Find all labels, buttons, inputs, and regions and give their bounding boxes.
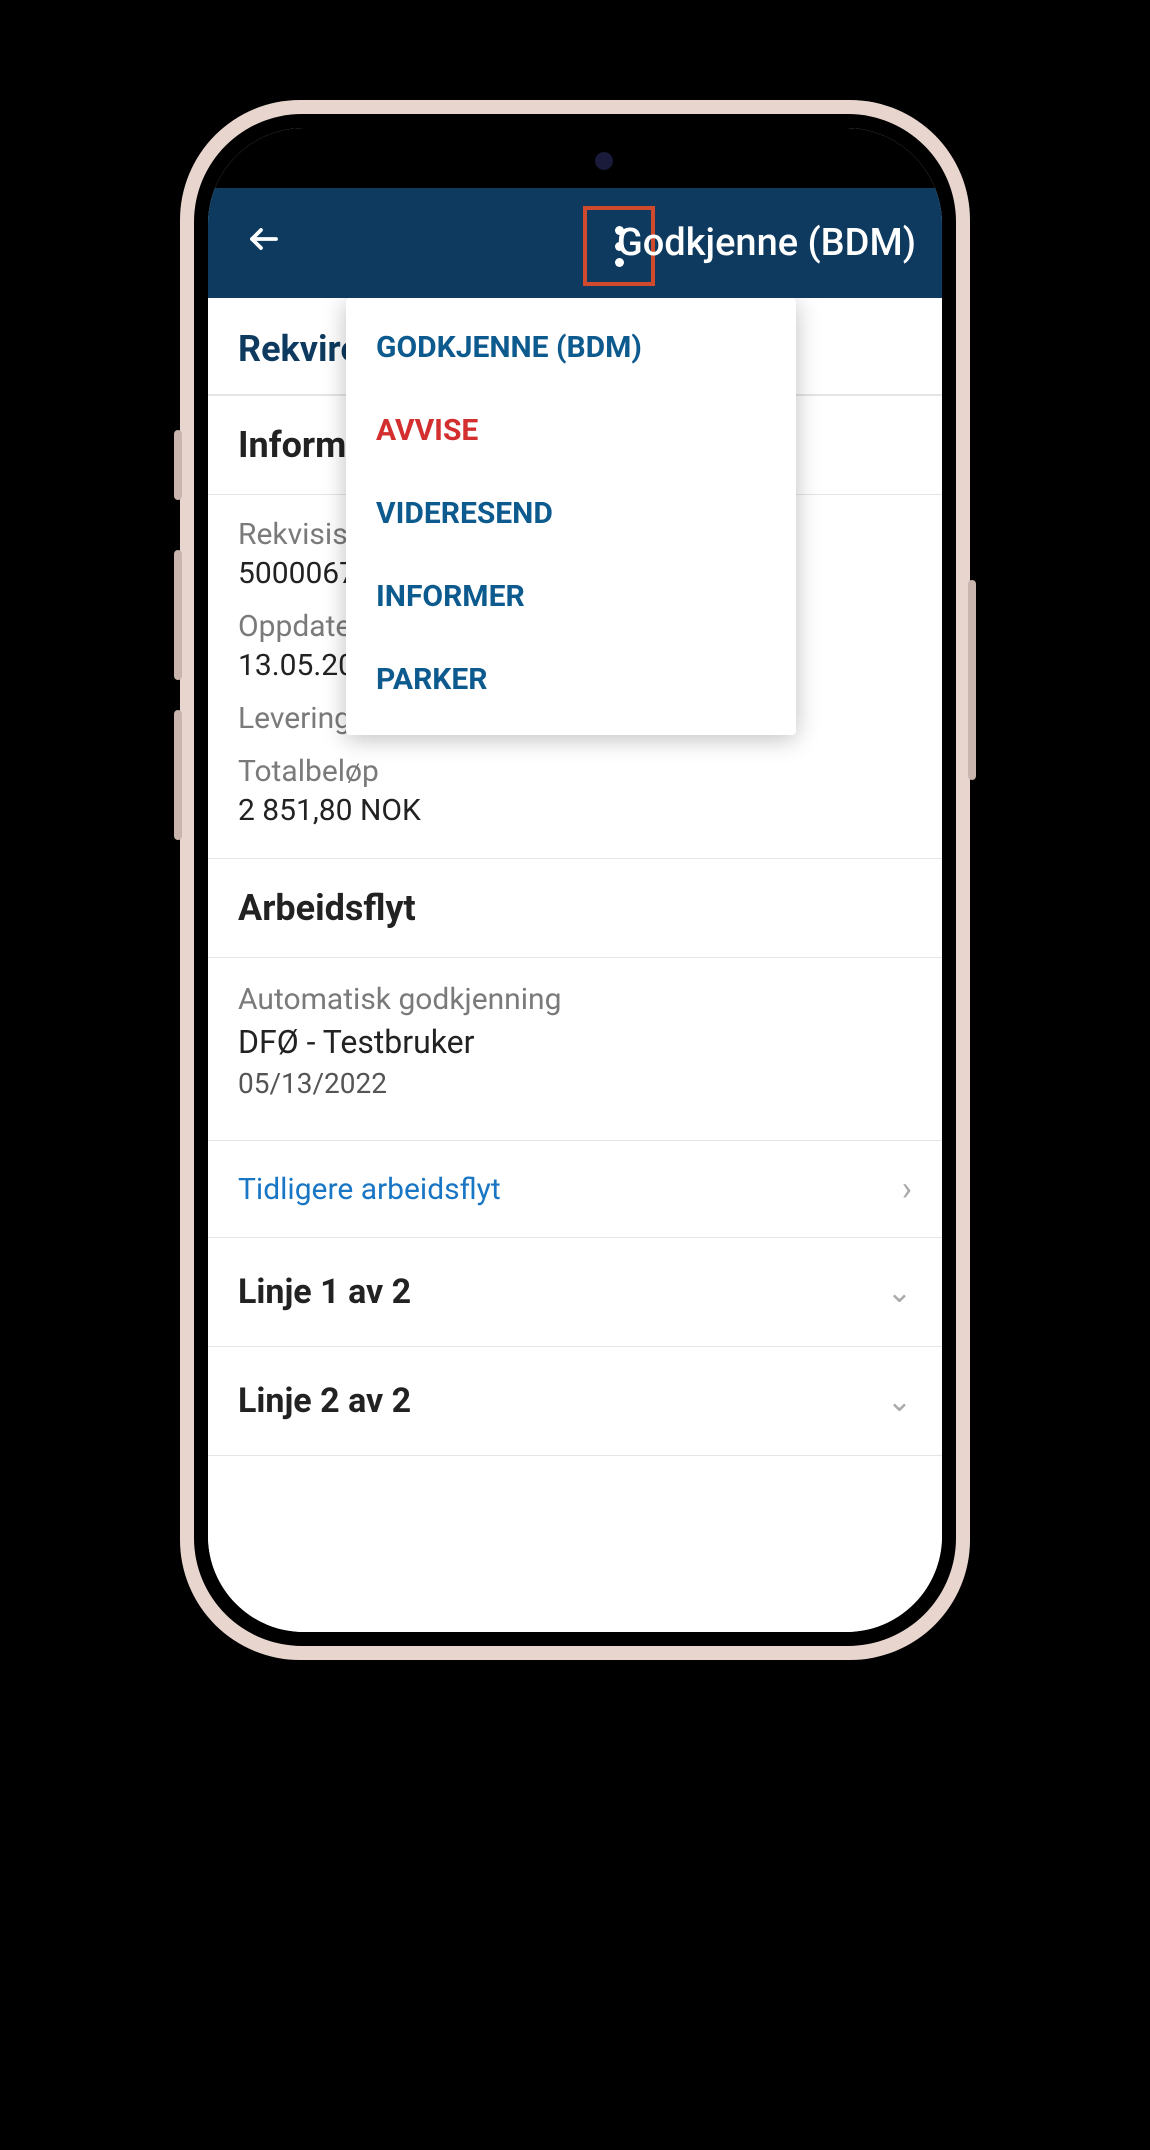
menu-approve[interactable]: GODKJENNE (BDM) — [346, 306, 796, 389]
field-total: Totalbeløp 2 851,80 NOK — [238, 754, 912, 828]
workflow-user: DFØ - Testbruker — [238, 1023, 912, 1061]
workflow-auto-label: Automatisk godkjenning — [238, 982, 912, 1017]
volume-down-button — [174, 710, 182, 840]
total-value: 2 851,80 NOK — [238, 793, 912, 828]
power-button — [968, 580, 976, 780]
arrow-left-icon — [246, 221, 282, 257]
volume-mute-button — [174, 430, 182, 500]
screen: Godkjenne (BDM) Rekvire Informa Rekvisis… — [208, 128, 942, 1632]
menu-park[interactable]: PARKER — [346, 638, 796, 721]
menu-inform[interactable]: INFORMER — [346, 555, 796, 638]
back-button[interactable] — [236, 210, 292, 277]
chevron-right-icon: › — [902, 1169, 912, 1209]
line-1-label: Linje 1 av 2 — [238, 1272, 411, 1312]
line-2-row[interactable]: Linje 2 av 2 ⌄ — [208, 1347, 942, 1456]
content-area: Rekvire Informa Rekvisis 500006775 Oppda… — [208, 298, 942, 1632]
phone-bezel: Godkjenne (BDM) Rekvire Informa Rekvisis… — [194, 114, 956, 1646]
volume-up-button — [174, 550, 182, 680]
menu-reject[interactable]: AVVISE — [346, 389, 796, 472]
menu-forward[interactable]: VIDERESEND — [346, 472, 796, 555]
section-workflow: Arbeidsflyt — [208, 859, 942, 958]
line-2-label: Linje 2 av 2 — [238, 1381, 411, 1421]
previous-workflow-link[interactable]: Tidligere arbeidsflyt › — [208, 1140, 942, 1238]
previous-workflow-label: Tidligere arbeidsflyt — [238, 1172, 501, 1207]
app-header: Godkjenne (BDM) — [208, 188, 942, 298]
workflow-block: Automatisk godkjenning DFØ - Testbruker … — [208, 958, 942, 1140]
line-1-row[interactable]: Linje 1 av 2 ⌄ — [208, 1238, 942, 1347]
notch — [435, 128, 715, 188]
phone-frame: Godkjenne (BDM) Rekvire Informa Rekvisis… — [180, 100, 970, 1660]
chevron-down-icon: ⌄ — [887, 1384, 912, 1419]
total-label: Totalbeløp — [238, 754, 912, 789]
actions-popup: GODKJENNE (BDM) AVVISE VIDERESEND INFORM… — [346, 298, 796, 735]
tab-rekvire[interactable]: Rekvire — [238, 328, 360, 370]
chevron-down-icon: ⌄ — [887, 1275, 912, 1310]
page-title: Godkjenne (BDM) — [617, 221, 916, 265]
workflow-date: 05/13/2022 — [238, 1067, 912, 1100]
